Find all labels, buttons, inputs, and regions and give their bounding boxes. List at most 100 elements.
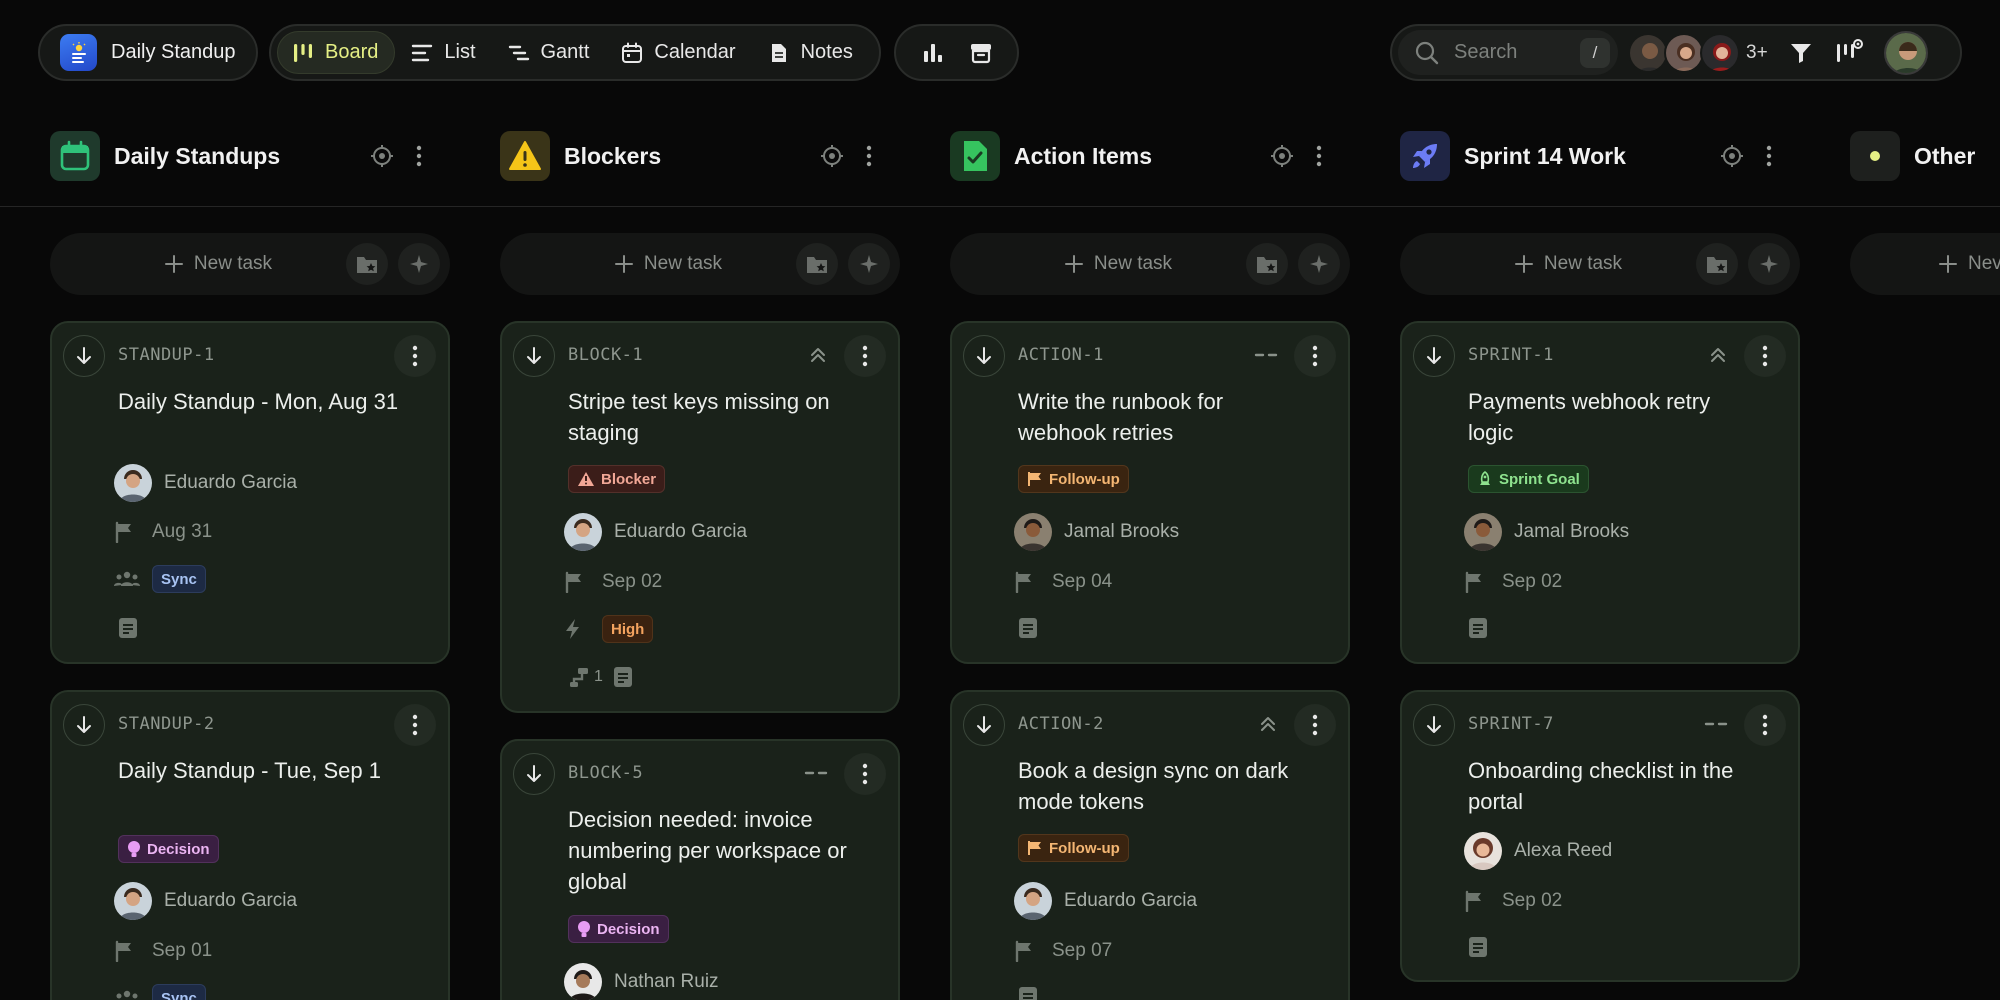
task-card[interactable]: BLOCK-5 Decision needed: invoice numberi…	[500, 739, 900, 1000]
tab-list-label: List	[444, 41, 476, 63]
tag-follow-up[interactable]: Follow-up	[1018, 834, 1129, 862]
expand-toggle[interactable]	[513, 753, 555, 795]
new-task-button[interactable]: New task	[50, 253, 346, 275]
tag-sprint-goal[interactable]: Sprint Goal	[1468, 465, 1589, 493]
due-date-row[interactable]: Sep 01	[115, 940, 212, 962]
card-menu-button[interactable]	[394, 704, 436, 746]
tab-gantt[interactable]: Gantt	[494, 31, 606, 74]
new-task-button[interactable]: New task	[950, 253, 1246, 275]
tag-decision[interactable]: Decision	[118, 835, 219, 863]
search-box[interactable]: Search /	[1398, 30, 1618, 75]
tab-list[interactable]: List	[397, 31, 491, 74]
new-task-button[interactable]: Nev	[1850, 253, 2000, 275]
tag-row: Follow-up	[1018, 834, 1129, 862]
new-task-button[interactable]: New task	[1400, 253, 1696, 275]
priority-tag[interactable]: High	[602, 615, 654, 643]
priority-high-icon[interactable]	[808, 345, 828, 365]
card-menu-button[interactable]	[844, 335, 886, 377]
tab-board[interactable]: Board	[277, 31, 396, 74]
expand-toggle[interactable]	[963, 335, 1005, 377]
priority-high-icon[interactable]	[1708, 345, 1728, 365]
due-date-row[interactable]: Sep 04	[1015, 571, 1112, 593]
tag-follow-up[interactable]: Follow-up	[1018, 465, 1129, 493]
member-avatars[interactable]: 3+	[1628, 32, 1768, 73]
board-settings-icon[interactable]	[1834, 38, 1864, 68]
assignee-row[interactable]: Eduardo Garcia	[1014, 882, 1197, 920]
filter-icon[interactable]	[1788, 40, 1814, 66]
due-date-row[interactable]: Sep 02	[1465, 571, 1562, 593]
tab-calendar[interactable]: Calendar	[607, 31, 751, 74]
due-date-row[interactable]: Aug 31	[115, 521, 212, 543]
new-task-button[interactable]: New task	[500, 253, 796, 275]
column-menu-icon[interactable]	[866, 145, 872, 167]
due-date-row[interactable]: Sep 07	[1015, 940, 1112, 962]
expand-toggle[interactable]	[513, 335, 555, 377]
template-folder-button[interactable]	[796, 243, 838, 285]
expand-toggle[interactable]	[1413, 335, 1455, 377]
tag-decision[interactable]: Decision	[568, 915, 669, 943]
ai-generate-button[interactable]	[1298, 243, 1340, 285]
focus-icon[interactable]	[1720, 144, 1744, 168]
analytics-icon[interactable]	[921, 41, 945, 65]
tag-blocker[interactable]: Blocker	[568, 465, 666, 493]
task-card[interactable]: BLOCK-1 Stripe test keys missing on stag…	[500, 321, 900, 713]
search-input[interactable]: Search	[1454, 41, 1580, 64]
plus-icon	[1938, 254, 1958, 274]
column-menu-icon[interactable]	[416, 145, 422, 167]
focus-icon[interactable]	[820, 144, 844, 168]
priority-medium-icon[interactable]	[1254, 351, 1278, 359]
kebab-menu-icon	[1312, 345, 1318, 367]
card-menu-button[interactable]	[1744, 704, 1786, 746]
tag-sync[interactable]: Sync	[152, 565, 206, 593]
card-menu-button[interactable]	[394, 335, 436, 377]
focus-icon[interactable]	[370, 144, 394, 168]
flag-icon	[1464, 890, 1492, 912]
project-switcher[interactable]: Daily Standup	[38, 24, 258, 81]
template-folder-button[interactable]	[346, 243, 388, 285]
tab-notes[interactable]: Notes	[754, 31, 869, 74]
task-card[interactable]: STANDUP-1 Daily Standup - Mon, Aug 31 Ed…	[50, 321, 450, 664]
project-name: Daily Standup	[111, 41, 236, 63]
column-header-blockers: Blockers	[500, 130, 900, 182]
assignee-row[interactable]: Nathan Ruiz	[564, 963, 719, 1000]
expand-toggle[interactable]	[963, 704, 1005, 746]
task-card[interactable]: ACTION-2 Book a design sync on dark mode…	[950, 690, 1350, 1000]
tag-sync[interactable]: Sync	[152, 984, 206, 1000]
assignee-row[interactable]: Jamal Brooks	[1014, 513, 1179, 551]
template-folder-button[interactable]	[1696, 243, 1738, 285]
ai-generate-button[interactable]	[848, 243, 890, 285]
column-menu-icon[interactable]	[1316, 145, 1322, 167]
task-id: SPRINT-7	[1468, 714, 1554, 734]
ai-generate-button[interactable]	[1748, 243, 1790, 285]
expand-toggle[interactable]	[63, 704, 105, 746]
priority-medium-icon[interactable]	[1704, 720, 1728, 728]
due-date-row[interactable]: Sep 02	[1465, 890, 1562, 912]
priority-row[interactable]: High	[566, 615, 654, 643]
current-user-avatar[interactable]	[1883, 30, 1928, 75]
archive-icon[interactable]	[969, 41, 993, 65]
assignee-row[interactable]: Jamal Brooks	[1464, 513, 1629, 551]
expand-toggle[interactable]	[63, 335, 105, 377]
assignee-row[interactable]: Eduardo Garcia	[564, 513, 747, 551]
top-bar: Daily Standup Board List Gantt Calendar …	[0, 0, 2000, 104]
card-menu-button[interactable]	[1744, 335, 1786, 377]
priority-medium-icon[interactable]	[804, 769, 828, 777]
card-menu-button[interactable]	[1294, 704, 1336, 746]
card-menu-button[interactable]	[1294, 335, 1336, 377]
task-card[interactable]: SPRINT-7 Onboarding checklist in the por…	[1400, 690, 1800, 982]
column-menu-icon[interactable]	[1766, 145, 1772, 167]
priority-high-icon[interactable]	[1258, 714, 1278, 734]
card-menu-button[interactable]	[844, 753, 886, 795]
assignee-row[interactable]: Alexa Reed	[1464, 832, 1612, 870]
task-card[interactable]: ACTION-1 Write the runbook for webhook r…	[950, 321, 1350, 664]
sparkle-icon	[858, 253, 880, 275]
assignee-row[interactable]: Eduardo Garcia	[114, 464, 297, 502]
due-date-row[interactable]: Sep 02	[565, 571, 662, 593]
task-card[interactable]: STANDUP-2 Daily Standup - Tue, Sep 1 Dec…	[50, 690, 450, 1000]
assignee-row[interactable]: Eduardo Garcia	[114, 882, 297, 920]
task-card[interactable]: SPRINT-1 Payments webhook retry logic Sp…	[1400, 321, 1800, 664]
ai-generate-button[interactable]	[398, 243, 440, 285]
expand-toggle[interactable]	[1413, 704, 1455, 746]
template-folder-button[interactable]	[1246, 243, 1288, 285]
focus-icon[interactable]	[1270, 144, 1294, 168]
